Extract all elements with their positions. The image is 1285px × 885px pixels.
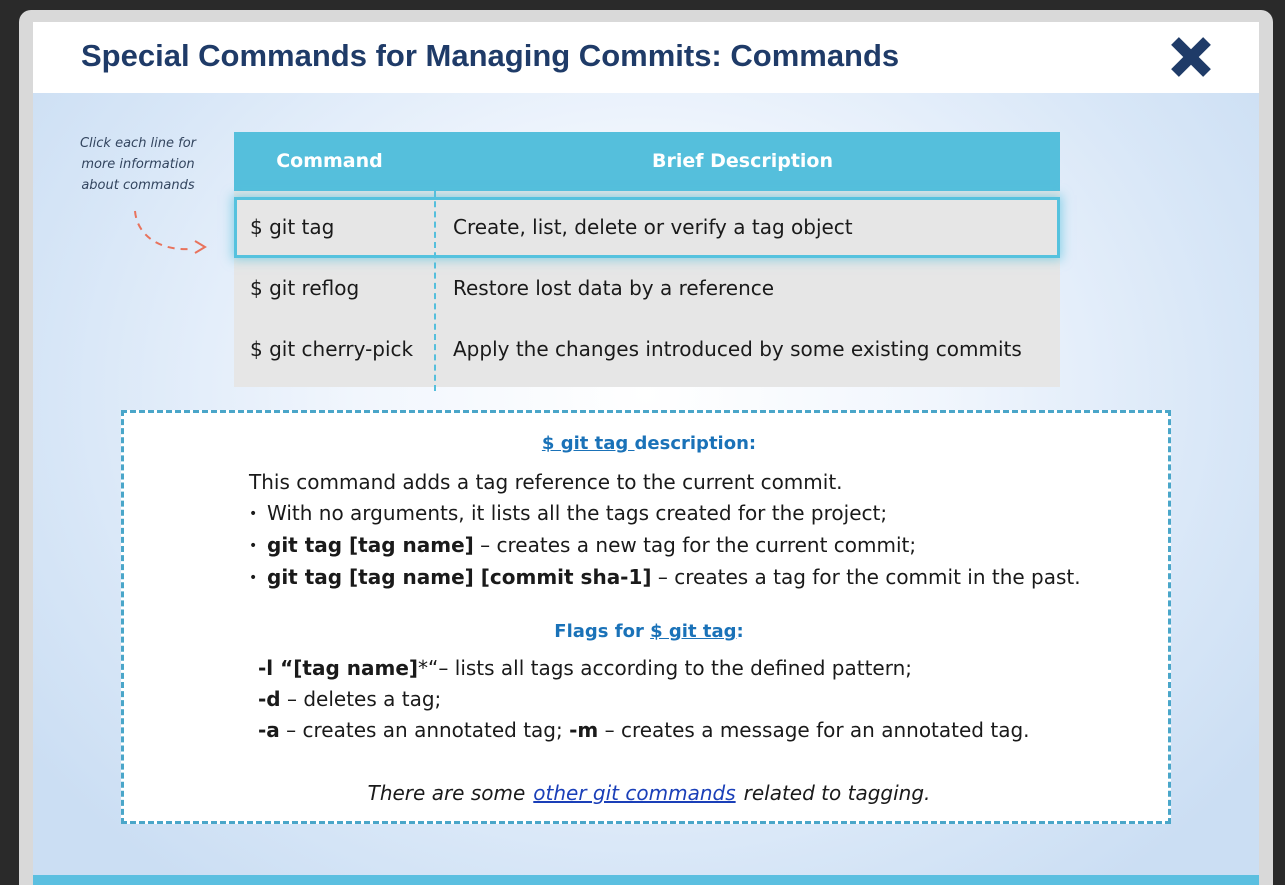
flags-list: -l “[tag name]*“– lists all tags accordi… (258, 653, 1138, 746)
footer-prefix: There are some (367, 781, 526, 805)
flags-title-prefix: Flags for (554, 621, 651, 642)
bullet-text: With no arguments, it lists all the tags… (267, 501, 888, 525)
description-title-text: description: (634, 433, 757, 454)
flag-l: -l “[tag name]*“– lists all tags accordi… (258, 653, 1138, 684)
other-git-commands-link[interactable]: other git commands (533, 781, 735, 805)
flags-title-suffix: : (736, 621, 744, 642)
bullet-dot: • (249, 538, 258, 554)
screen-background: Special Commands for Managing Commits: C… (0, 0, 1285, 885)
bullet-bold: git tag [tag name] (267, 533, 474, 557)
row-description: Create, list, delete or verify a tag obj… (453, 215, 853, 239)
footer-note: There are some other git commands related … (124, 781, 1174, 805)
table-row-git-cherry-pick[interactable]: $ git cherry-pick Apply the changes intr… (234, 319, 1060, 380)
description-body: This command adds a tag reference to the… (249, 467, 1129, 594)
curved-dashed-arrow-icon (134, 210, 207, 254)
description-title: $ git tag description: (124, 433, 1174, 454)
flags-title-link[interactable]: $ git tag (650, 621, 736, 642)
dialog-title: Special Commands for Managing Commits: C… (81, 38, 900, 73)
description-bullet: • With no arguments, it lists all the tag… (249, 498, 1129, 530)
column-header-description: Brief Description (651, 150, 834, 172)
command-description-panel: $ git tag description: This command adds… (121, 410, 1171, 824)
bullet-text: – creates a tag for the commit in the pa… (651, 565, 1081, 589)
row-description: Restore lost data by a reference (453, 276, 775, 300)
dialog-header: Special Commands for Managing Commits: C… (33, 22, 1259, 93)
description-bullet: • git tag [tag name] [commit sha-1] – cre… (249, 562, 1129, 594)
flag-a-m: -a – creates an annotated tag; -m – crea… (258, 715, 1138, 746)
hint-line: about commands (81, 178, 195, 193)
description-bullet: • git tag [tag name] – creates a new tag … (249, 530, 1129, 562)
flag-text: – creates an annotated tag; (279, 718, 570, 742)
flag-name: -a (258, 718, 280, 742)
flag-d: -d – deletes a tag; (258, 684, 1138, 715)
hint-line: Click each line for (79, 136, 197, 151)
description-title-link[interactable]: $ git tag (542, 433, 635, 454)
commands-dialog: Special Commands for Managing Commits: C… (33, 22, 1259, 885)
flags-title: Flags for $ git tag: (124, 621, 1174, 642)
dialog-content: Click each line for more information abo… (33, 93, 1259, 885)
flag-name: -l “[tag name] (258, 656, 419, 680)
bottom-bar (33, 875, 1259, 885)
flag-text: – deletes a tag; (280, 687, 442, 711)
description-intro: This command adds a tag reference to the… (249, 470, 843, 494)
click-hint: Click each line for more information abo… (63, 133, 213, 196)
table-body: $ git tag Create, list, delete or verify… (234, 191, 1060, 391)
flag-name: -m (569, 718, 599, 742)
row-command: $ git tag (250, 215, 335, 239)
bullet-dot: • (249, 570, 258, 586)
hint-line: more information (81, 157, 195, 172)
column-header-command: Command (276, 150, 383, 172)
row-command: $ git reflog (250, 276, 360, 300)
flag-text: – lists all tags according to the define… (438, 656, 913, 680)
commands-table: Command Brief Description $ git tag Crea… (234, 132, 1060, 391)
table-row-git-reflog[interactable]: $ git reflog Restore lost data by a refe… (234, 258, 1060, 319)
bullet-bold: git tag [tag name] [commit sha-1] (267, 565, 652, 589)
row-description: Apply the changes introduced by some exi… (453, 337, 1022, 361)
table-header: Command Brief Description (234, 132, 1060, 191)
flag-star: *“ (418, 656, 439, 680)
bullet-dot: • (249, 506, 258, 522)
table-row-git-tag[interactable]: $ git tag Create, list, delete or verify… (234, 197, 1060, 258)
flag-name: -d (258, 687, 281, 711)
close-button[interactable] (1166, 32, 1216, 82)
bullet-text: – creates a new tag for the current comm… (473, 533, 917, 557)
row-command: $ git cherry-pick (250, 337, 414, 361)
close-x-icon (1171, 37, 1211, 77)
flag-text: – creates a message for an annotated tag… (598, 718, 1030, 742)
footer-suffix: related to tagging. (743, 781, 931, 805)
